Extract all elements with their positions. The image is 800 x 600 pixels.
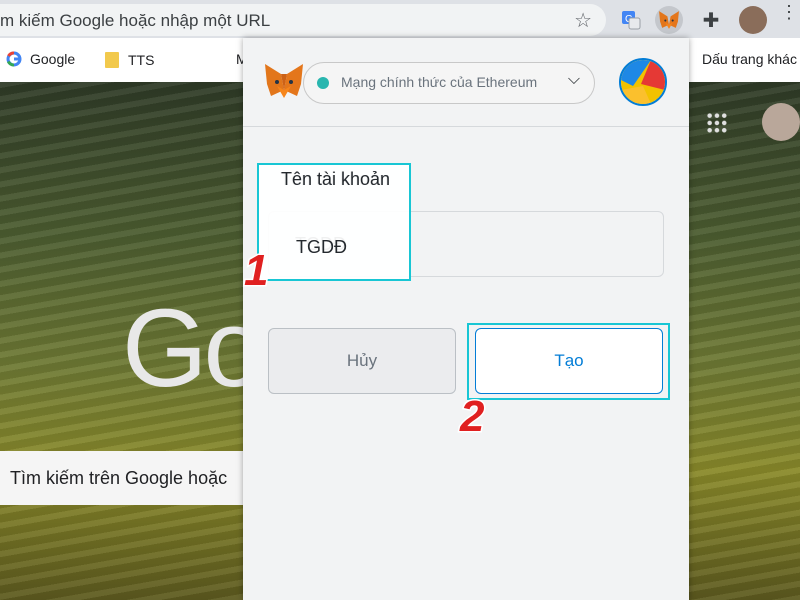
network-label: Mạng chính thức của Ethereum — [341, 74, 538, 90]
bookmark-tts-label: TTS — [128, 52, 155, 68]
step1-number: 1 — [242, 245, 270, 297]
network-selector[interactable]: Mạng chính thức của Ethereum ⌵ — [303, 62, 595, 104]
network-status-dot — [317, 77, 329, 89]
account-avatar-icon[interactable] — [619, 58, 667, 106]
step2-highlight — [467, 323, 670, 400]
translate-icon[interactable]: G — [617, 6, 645, 34]
folder-icon — [105, 52, 119, 68]
step2-number: 2 — [458, 391, 486, 443]
step1-highlight-value: TGDĐ — [296, 237, 347, 257]
ntp-avatar[interactable] — [762, 103, 800, 141]
address-bar[interactable]: m kiếm Google hoặc nhập một URL ☆ — [0, 4, 606, 36]
popup-header: Mạng chính thức của Ethereum ⌵ — [243, 38, 689, 127]
other-bookmarks-label: Dấu trang khác — [702, 51, 797, 67]
google-logo: Go — [122, 287, 265, 410]
step1-highlight: Tên tài khoản TGDĐ — [257, 163, 411, 281]
ntp-search-box[interactable]: Tìm kiếm trên Google hoặc — [0, 451, 244, 505]
menu-kebab-icon[interactable]: ⋮ — [780, 3, 798, 21]
google-g-icon — [6, 51, 22, 67]
bookmark-google-label: Google — [30, 51, 76, 67]
address-bar-text[interactable]: m kiếm Google hoặc nhập một URL — [0, 11, 270, 31]
step1-highlight-label: Tên tài khoản — [281, 169, 391, 189]
apps-grid-icon[interactable] — [706, 112, 728, 134]
bookmark-google[interactable]: Google — [6, 51, 75, 67]
profile-avatar[interactable] — [739, 6, 767, 34]
metamask-fox-icon[interactable] — [655, 6, 683, 34]
chevron-down-icon: ⌵ — [567, 71, 580, 88]
browser-toolbar: m kiếm Google hoặc nhập một URL ☆ G ✚ ⋮ — [0, 0, 800, 38]
metamask-logo-icon — [265, 64, 303, 98]
bookmark-tts[interactable]: TTS — [104, 51, 154, 69]
star-icon[interactable]: ☆ — [574, 8, 592, 33]
ntp-search-placeholder[interactable]: Tìm kiếm trên Google hoặc — [10, 468, 227, 489]
metamask-popup: Mạng chính thức của Ethereum ⌵ Tên tài k… — [243, 38, 689, 600]
cancel-button[interactable]: Hủy — [268, 328, 456, 394]
extensions-puzzle-icon[interactable]: ✚ — [697, 6, 725, 34]
other-bookmarks[interactable]: Dấu trang khác — [702, 51, 797, 67]
